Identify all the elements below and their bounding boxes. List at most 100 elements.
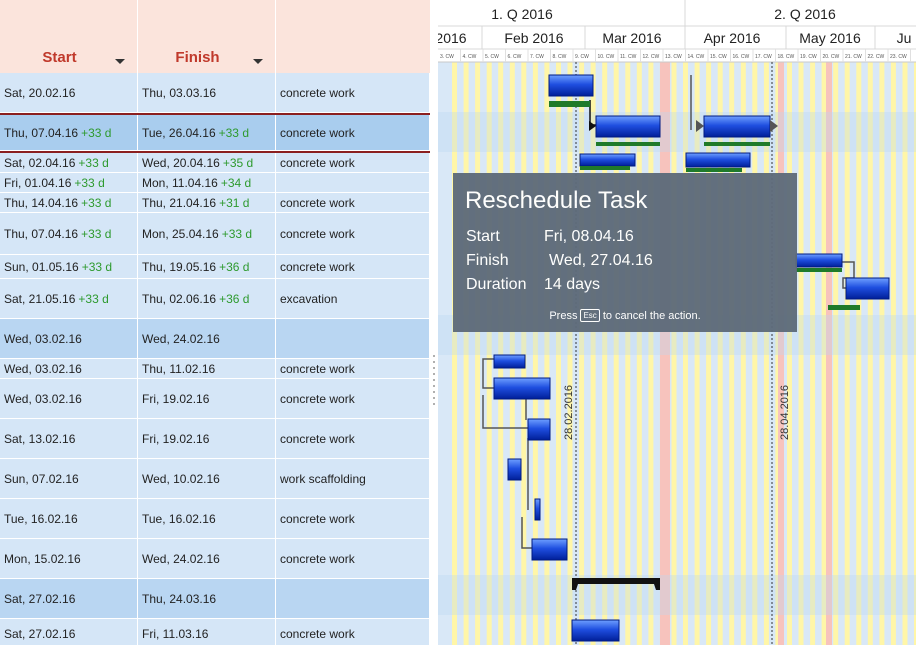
table-row[interactable]: Sun, 01.05.16 +33 d Thu, 19.05.16 +36 d conc… (0, 255, 430, 279)
finish-cell[interactable]: Thu, 11.02.16 (138, 359, 276, 379)
task-bar[interactable] (527, 418, 551, 441)
finish-cell[interactable]: Thu, 24.03.16 (138, 579, 276, 619)
start-cell-text: Tue, 16.02.16 (4, 511, 78, 526)
finish-cell[interactable]: Wed, 10.02.16 (138, 459, 276, 499)
sort-dropdown-icon[interactable] (253, 59, 263, 64)
start-cell[interactable]: Thu, 14.04.16 +33 d (0, 193, 138, 213)
finish-cell[interactable]: Tue, 16.02.16 (138, 499, 276, 539)
start-cell[interactable]: Sat, 20.02.16 (0, 73, 138, 113)
date-shift-badge: +33 d (218, 125, 249, 140)
month-label: May 2016 (799, 30, 861, 46)
tooltip-hint-prefix: Press (549, 310, 578, 322)
week-label: 13. CW (665, 54, 682, 60)
column-header-finish-label: Finish (175, 49, 220, 66)
task-bar-selected[interactable] (595, 115, 661, 138)
task-bar[interactable] (493, 354, 526, 369)
table-row[interactable]: Sat, 21.05.16 +33 d Thu, 02.06.16 +36 d exca… (0, 279, 430, 319)
description-cell[interactable]: excavation (276, 279, 430, 319)
finish-cell-text: Fri, 19.02.16 (142, 431, 210, 446)
sort-dropdown-icon[interactable] (115, 59, 125, 64)
start-cell[interactable]: Wed, 03.02.16 (0, 379, 138, 419)
task-bar[interactable] (795, 253, 843, 268)
start-cell[interactable]: Wed, 03.02.16 (0, 359, 138, 379)
table-row[interactable]: Fri, 01.04.16 +33 d Mon, 11.04.16 +34 d (0, 173, 430, 193)
start-cell[interactable]: Wed, 03.02.16 (0, 319, 138, 359)
start-cell[interactable]: Sun, 01.05.16 +33 d (0, 255, 138, 279)
start-cell[interactable]: Tue, 16.02.16 (0, 499, 138, 539)
description-cell[interactable]: concrete work (276, 193, 430, 213)
date-shift-badge: +34 d (220, 175, 252, 190)
finish-cell[interactable]: Wed, 20.04.16 +35 d (138, 153, 276, 173)
task-bar[interactable] (579, 153, 636, 167)
table-summary-row[interactable]: Sat, 27.02.16 Thu, 24.03.16 (0, 579, 430, 619)
finish-cell[interactable]: Mon, 25.04.16 +33 d (138, 213, 276, 255)
description-cell[interactable]: concrete work (276, 115, 430, 151)
column-header-description[interactable] (276, 0, 430, 73)
description-cell[interactable]: concrete work (276, 619, 430, 645)
finish-cell[interactable]: Fri, 19.02.16 (138, 379, 276, 419)
table-row[interactable]: Sat, 02.04.16 +33 d Wed, 20.04.16 +35 d conc… (0, 153, 430, 173)
finish-cell[interactable]: Tue, 26.04.16 +33 d (138, 115, 276, 151)
start-cell[interactable]: Sat, 27.02.16 (0, 579, 138, 619)
description-cell[interactable] (276, 319, 430, 359)
finish-cell[interactable]: Wed, 24.02.16 (138, 319, 276, 359)
description-cell[interactable]: concrete work (276, 255, 430, 279)
tooltip-finish-label: Finish (466, 252, 509, 269)
finish-cell[interactable]: Thu, 02.06.16 +36 d (138, 279, 276, 319)
finish-cell[interactable]: Mon, 11.04.16 +34 d (138, 173, 276, 193)
description-cell[interactable]: work scaffolding (276, 459, 430, 499)
description-cell[interactable]: concrete work (276, 359, 430, 379)
task-bar[interactable] (548, 74, 594, 97)
table-row[interactable]: Wed, 03.02.16 Thu, 11.02.16 concrete work (0, 359, 430, 379)
finish-cell[interactable]: Thu, 21.04.16 +31 d (138, 193, 276, 213)
table-row[interactable]: Sat, 20.02.16 Thu, 03.03.16 concrete work (0, 73, 430, 113)
table-row[interactable]: Thu, 07.04.16 +33 d Tue, 26.04.16 +33 d conc… (0, 113, 430, 153)
task-bar[interactable] (571, 619, 620, 642)
column-header-start[interactable]: Start (0, 0, 138, 73)
task-bar[interactable] (685, 152, 751, 168)
start-cell[interactable]: Sat, 13.02.16 (0, 419, 138, 459)
description-cell[interactable] (276, 173, 430, 193)
finish-cell[interactable]: Thu, 03.03.16 (138, 73, 276, 113)
task-bar[interactable] (845, 277, 890, 300)
table-row[interactable]: Sat, 13.02.16 Fri, 19.02.16 concrete work (0, 419, 430, 459)
pane-splitter[interactable] (430, 0, 438, 645)
description-cell[interactable]: concrete work (276, 539, 430, 579)
table-row[interactable]: Mon, 15.02.16 Wed, 24.02.16 concrete work (0, 539, 430, 579)
finish-cell[interactable]: Wed, 24.02.16 (138, 539, 276, 579)
table-row[interactable]: Thu, 07.04.16 +33 d Mon, 25.04.16 +33 d conc… (0, 213, 430, 255)
description-cell[interactable]: concrete work (276, 499, 430, 539)
start-cell[interactable]: Sun, 07.02.16 (0, 459, 138, 499)
task-bar[interactable] (531, 538, 568, 561)
week-label: 23. CW (890, 54, 907, 60)
finish-cell[interactable]: Thu, 19.05.16 +36 d (138, 255, 276, 279)
task-bar-ghost[interactable] (703, 115, 771, 138)
description-cell[interactable]: concrete work (276, 73, 430, 113)
description-cell[interactable]: concrete work (276, 379, 430, 419)
finish-cell[interactable]: Fri, 19.02.16 (138, 419, 276, 459)
start-cell[interactable]: Mon, 15.02.16 (0, 539, 138, 579)
table-summary-row[interactable]: Wed, 03.02.16 Wed, 24.02.16 (0, 319, 430, 359)
task-bar[interactable] (493, 377, 551, 400)
description-cell[interactable]: concrete work (276, 213, 430, 255)
table-row[interactable]: Wed, 03.02.16 Fri, 19.02.16 concrete work (0, 379, 430, 419)
description-cell[interactable]: concrete work (276, 419, 430, 459)
start-cell[interactable]: Sat, 21.05.16 +33 d (0, 279, 138, 319)
start-cell[interactable]: Thu, 07.04.16 +33 d (0, 115, 138, 151)
table-row[interactable]: Tue, 16.02.16 Tue, 16.02.16 concrete work (0, 499, 430, 539)
table-row[interactable]: Sat, 27.02.16 Fri, 11.03.16 concrete work (0, 619, 430, 645)
finish-cell[interactable]: Fri, 11.03.16 (138, 619, 276, 645)
start-cell[interactable]: Fri, 01.04.16 +33 d (0, 173, 138, 193)
splitter-grip-dot (433, 367, 435, 369)
column-header-finish[interactable]: Finish (138, 0, 276, 73)
week-label: 6. CW (508, 54, 522, 60)
table-row[interactable]: Thu, 14.04.16 +33 d Thu, 21.04.16 +31 d conc… (0, 193, 430, 213)
start-cell[interactable]: Sat, 02.04.16 +33 d (0, 153, 138, 173)
table-row[interactable]: Sun, 07.02.16 Wed, 10.02.16 work scaffoldi… (0, 459, 430, 499)
start-cell[interactable]: Sat, 27.02.16 (0, 619, 138, 645)
start-cell[interactable]: Thu, 07.04.16 +33 d (0, 213, 138, 255)
description-cell[interactable] (276, 579, 430, 619)
milestone-bar[interactable] (534, 498, 541, 521)
description-cell[interactable]: concrete work (276, 153, 430, 173)
task-bar[interactable] (507, 458, 522, 481)
